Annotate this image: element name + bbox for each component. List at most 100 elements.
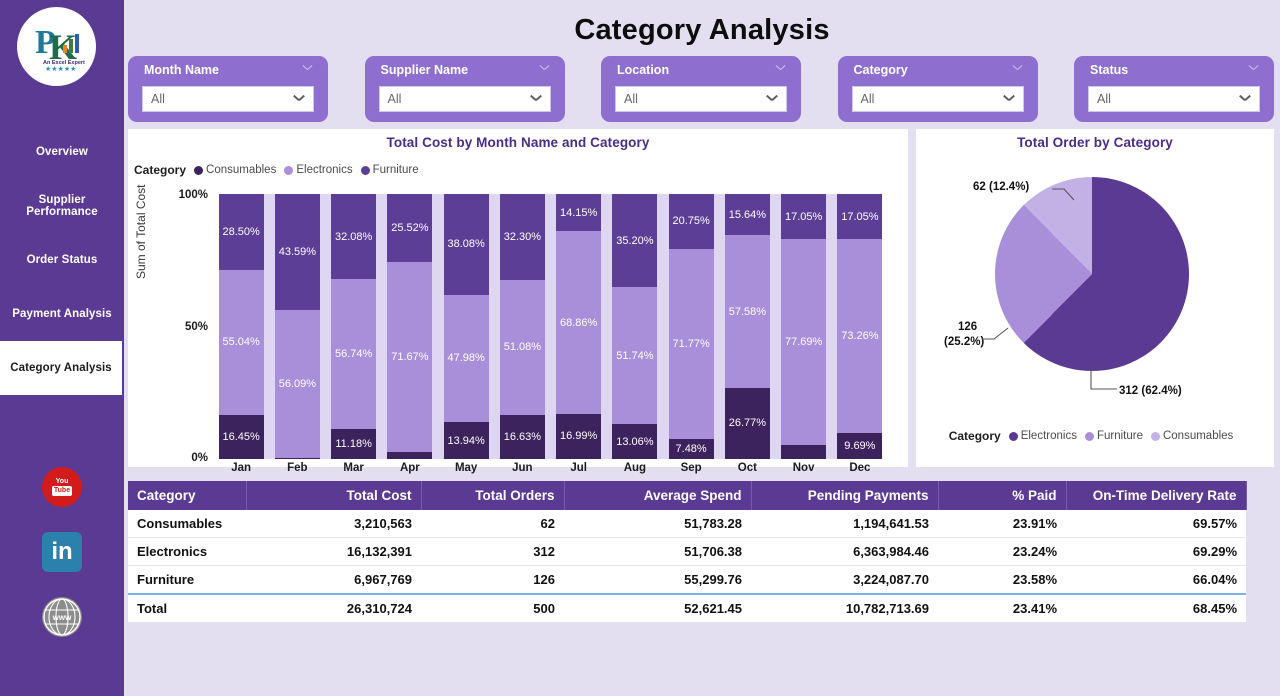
bar-segment-furniture[interactable]: 25.52% <box>387 194 433 262</box>
legend-item-furniture[interactable]: Furniture <box>360 164 419 176</box>
chevron-down-icon[interactable] <box>303 66 314 73</box>
col-header-total-orders[interactable]: Total Orders <box>421 481 565 510</box>
col-header-total-cost[interactable]: Total Cost <box>246 481 422 510</box>
bar-segment-consumables[interactable]: 7.48% <box>668 439 714 459</box>
bar-segment-consumables[interactable]: 13.94% <box>443 422 489 459</box>
bar-segment-label: 26.77% <box>728 417 767 430</box>
legend-item-electronics[interactable]: Electronics <box>1008 430 1077 442</box>
bar-segment-consumables[interactable] <box>387 451 433 459</box>
bar-segment-consumables[interactable]: 11.18% <box>331 429 377 459</box>
bar-segment-furniture[interactable]: 17.05% <box>781 194 827 240</box>
bar-segment-label: 71.77% <box>672 338 710 351</box>
chevron-down-icon[interactable] <box>540 66 551 73</box>
bar-segment-consumables[interactable]: 13.06% <box>612 424 658 459</box>
cell-pending-payments: 6,363,984.46 <box>751 537 938 566</box>
bar-column-jun[interactable]: 32.30% 51.08% 16.63% <box>499 194 545 459</box>
bar-segment-furniture[interactable]: 28.50% <box>218 194 264 270</box>
bar-segment-furniture[interactable]: 38.08% <box>443 194 489 295</box>
youtube-icon[interactable]: You Tube <box>42 467 82 507</box>
bar-column-oct[interactable]: 15.64% 57.58% 26.77% <box>724 194 770 459</box>
bar-segment-consumables[interactable]: 16.99% <box>556 413 602 459</box>
slicer-dropdown[interactable]: All <box>615 86 787 112</box>
bar-segment-electronics[interactable]: 77.69% <box>781 239 827 446</box>
bar-segment-electronics[interactable]: 56.09% <box>274 309 320 459</box>
bar-column-mar[interactable]: 32.08% 56.74% 11.18% <box>331 194 377 459</box>
slicer-category[interactable]: Category All <box>837 56 1038 122</box>
bar-segment-furniture[interactable]: 14.15% <box>556 194 602 232</box>
chevron-down-icon[interactable] <box>294 96 305 103</box>
slicer-dropdown[interactable]: All <box>1088 86 1260 112</box>
bar-segment-electronics[interactable]: 73.26% <box>837 239 883 434</box>
bar-segment-electronics[interactable]: 71.67% <box>387 261 433 452</box>
sidebar-item-overview[interactable]: Overview <box>0 125 124 179</box>
bar-column-jan[interactable]: 28.50% 55.04% 16.45% <box>218 194 264 459</box>
bar-column-aug[interactable]: 35.20% 51.74% 13.06% <box>612 194 658 459</box>
chevron-down-icon[interactable] <box>767 96 778 103</box>
chevron-down-icon[interactable] <box>531 96 542 103</box>
col-header-on-time-delivery-rate[interactable]: On-Time Delivery Rate <box>1066 481 1247 510</box>
bar-segment-consumables[interactable] <box>274 458 320 459</box>
bar-segment-furniture[interactable]: 20.75% <box>668 194 714 249</box>
chevron-down-icon[interactable] <box>1240 96 1251 103</box>
bar-segment-furniture[interactable]: 15.64% <box>724 194 770 236</box>
chevron-down-icon[interactable] <box>1004 96 1015 103</box>
bar-segment-furniture[interactable]: 32.08% <box>331 194 377 279</box>
sidebar-item-supplier-performance[interactable]: Supplier Performance <box>0 179 124 233</box>
bar-segment-furniture[interactable]: 32.30% <box>499 194 545 280</box>
slicer-dropdown[interactable]: All <box>378 86 551 112</box>
bar-segment-electronics[interactable]: 47.98% <box>443 294 489 423</box>
slicer-status[interactable]: Status All <box>1074 56 1274 122</box>
slicer-dropdown[interactable]: All <box>142 86 314 112</box>
pie-chart-graphic[interactable] <box>995 177 1189 371</box>
col-header-category[interactable]: Category <box>128 481 247 510</box>
app-logo: P K An Excel Expert ★★★★★ <box>17 7 96 86</box>
bar-segment-consumables[interactable]: 9.69% <box>837 433 883 459</box>
table-total-row[interactable]: Total 26,310,724 500 52,621.45 10,782,713.69… <box>128 593 1246 622</box>
table-row[interactable]: Consumables 3,210,563 62 51,783.28 1,194,641… <box>128 510 1246 538</box>
col-header-pending-payments[interactable]: Pending Payments <box>751 481 939 510</box>
chevron-down-icon[interactable] <box>1249 66 1260 73</box>
slicer-location[interactable]: Location All <box>601 56 801 122</box>
website-icon[interactable]: www <box>42 597 82 637</box>
legend-swatch-furniture <box>1084 431 1094 441</box>
bar-segment-electronics[interactable]: 55.04% <box>218 269 264 416</box>
legend-item-electronics[interactable]: Electronics <box>284 164 353 176</box>
sidebar-item-category-analysis[interactable]: Category Analysis <box>0 341 122 395</box>
legend-item-consumables[interactable]: Consumables <box>194 164 276 176</box>
col-header-average-spend[interactable]: Average Spend <box>564 481 752 510</box>
bar-segment-consumables[interactable]: 26.77% <box>724 388 770 459</box>
bar-segment-furniture[interactable]: 43.59% <box>274 194 320 310</box>
bar-segment-electronics[interactable]: 71.77% <box>668 248 714 440</box>
slicer-dropdown[interactable]: All <box>851 86 1024 112</box>
sidebar-item-order-status[interactable]: Order Status <box>0 233 124 287</box>
chevron-down-icon[interactable] <box>1013 66 1024 73</box>
bar-segment-electronics[interactable]: 51.74% <box>612 287 658 425</box>
bar-column-apr[interactable]: 25.52% 71.67% <box>387 194 433 459</box>
bar-segment-consumables[interactable]: 16.45% <box>218 415 264 459</box>
bar-column-nov[interactable]: 17.05% 77.69% <box>781 194 827 459</box>
bar-segment-furniture[interactable]: 17.05% <box>837 194 883 240</box>
bar-segment-electronics[interactable]: 51.08% <box>499 279 545 415</box>
bar-column-dec[interactable]: 17.05% 73.26% 9.69% <box>837 194 883 459</box>
bar-segment-electronics[interactable]: 68.86% <box>556 231 602 414</box>
slicer-month-name[interactable]: Month Name All <box>128 56 328 122</box>
legend-item-furniture[interactable]: Furniture <box>1084 430 1143 442</box>
table-row[interactable]: Electronics 16,132,391 312 51,706.38 6,363,9… <box>128 537 1246 566</box>
bar-column-feb[interactable]: 43.59% 56.09% <box>274 194 320 459</box>
bar-column-sep[interactable]: 20.75% 71.77% 7.48% <box>668 194 714 459</box>
chevron-down-icon[interactable] <box>776 66 787 73</box>
col-header-pct-paid[interactable]: % Paid <box>938 481 1067 510</box>
bar-segment-consumables[interactable] <box>781 445 827 459</box>
table-row[interactable]: Furniture 6,967,769 126 55,299.76 3,224,087.… <box>128 565 1246 595</box>
bar-segment-electronics[interactable]: 57.58% <box>724 235 770 389</box>
sidebar-item-payment-analysis[interactable]: Payment Analysis <box>0 287 124 341</box>
bar-segment-furniture[interactable]: 35.20% <box>612 194 658 288</box>
legend-item-consumables[interactable]: Consumables <box>1150 430 1233 442</box>
bar-segment-consumables[interactable]: 16.63% <box>499 414 545 459</box>
slicer-supplier-name[interactable]: Supplier Name All <box>364 56 565 122</box>
linkedin-icon[interactable]: in <box>42 532 82 572</box>
bar-segment-electronics[interactable]: 56.74% <box>331 279 377 430</box>
bar-column-jul[interactable]: 14.15% 68.86% 16.99% <box>556 194 602 459</box>
slicer-value: All <box>860 92 875 106</box>
bar-column-may[interactable]: 38.08% 47.98% 13.94% <box>443 194 489 459</box>
